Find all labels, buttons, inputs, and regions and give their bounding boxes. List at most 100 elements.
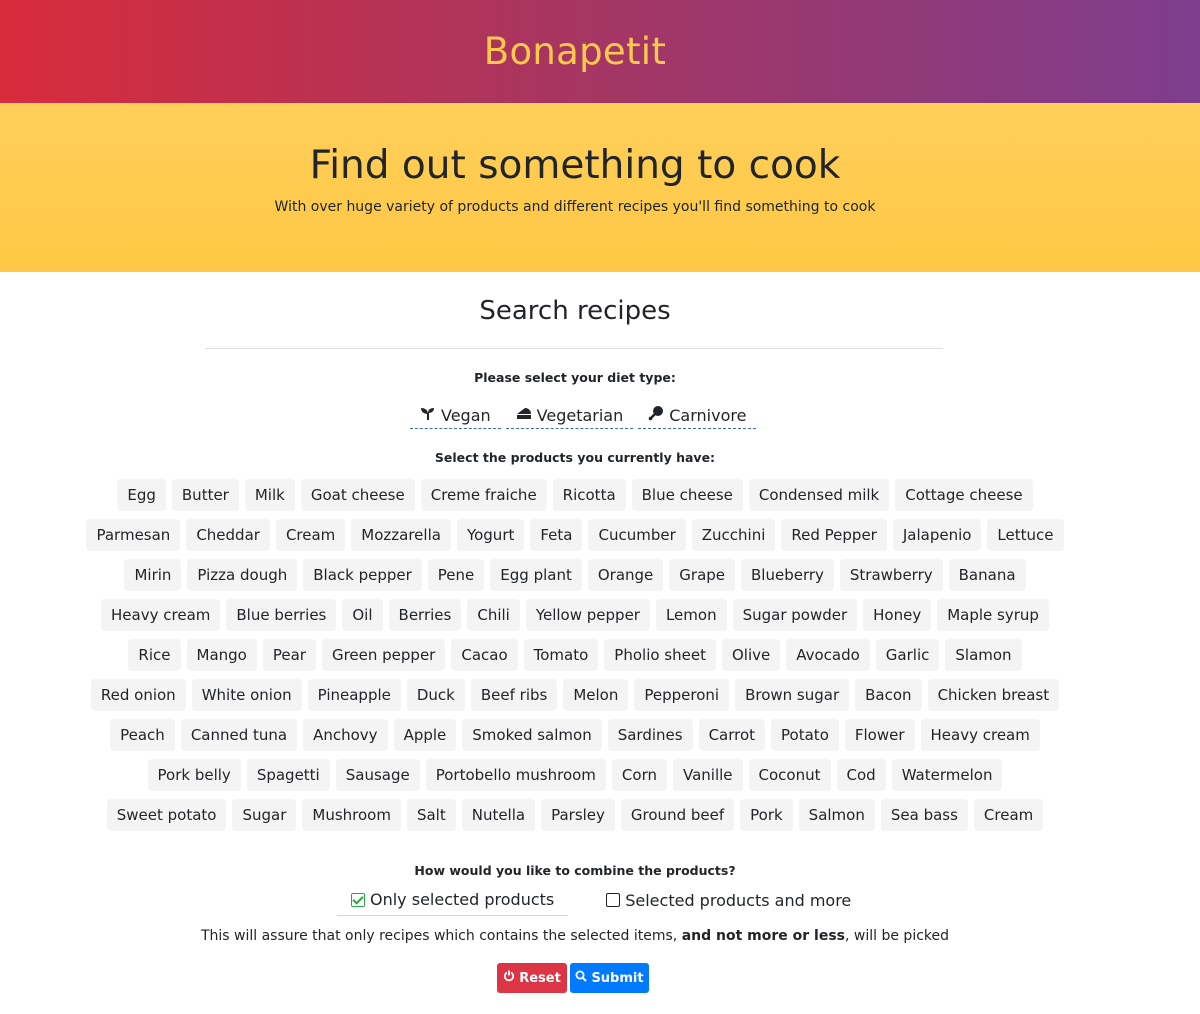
product-chip[interactable]: Potato bbox=[771, 719, 839, 751]
product-chip[interactable]: Flower bbox=[844, 719, 915, 751]
product-chip[interactable]: Creme fraiche bbox=[420, 479, 547, 511]
product-chip[interactable]: Corn bbox=[611, 759, 667, 791]
product-chip[interactable]: Chicken breast bbox=[927, 679, 1060, 711]
product-chip[interactable]: Sardines bbox=[607, 719, 693, 751]
product-chip[interactable]: White onion bbox=[191, 679, 302, 711]
product-chip[interactable]: Black pepper bbox=[303, 559, 422, 591]
product-chip[interactable]: Spagetti bbox=[246, 759, 330, 791]
product-chip[interactable]: Blue cheese bbox=[631, 479, 743, 511]
product-chip[interactable]: Grape bbox=[669, 559, 736, 591]
product-chip[interactable]: Green pepper bbox=[321, 639, 446, 671]
divider bbox=[205, 348, 943, 349]
combine-option-only-selected[interactable]: Only selected products bbox=[337, 884, 569, 916]
product-chip[interactable]: Jalapenio bbox=[892, 519, 982, 551]
product-chip[interactable]: Strawberry bbox=[839, 559, 943, 591]
product-chip[interactable]: Mango bbox=[186, 639, 257, 671]
product-chip[interactable]: Cacao bbox=[451, 639, 518, 671]
product-chip[interactable]: Pizza dough bbox=[187, 559, 298, 591]
product-chip[interactable]: Sweet potato bbox=[106, 799, 227, 831]
product-chip[interactable]: Slamon bbox=[945, 639, 1022, 671]
product-chip[interactable]: Portobello mushroom bbox=[425, 759, 606, 791]
product-chip[interactable]: Sugar bbox=[232, 799, 297, 831]
product-chip[interactable]: Sausage bbox=[335, 759, 420, 791]
product-chip[interactable]: Red Pepper bbox=[781, 519, 887, 551]
product-chip[interactable]: Orange bbox=[587, 559, 664, 591]
product-chip[interactable]: Sugar powder bbox=[732, 599, 858, 631]
product-chip[interactable]: Garlic bbox=[875, 639, 940, 671]
product-chip[interactable]: Pene bbox=[427, 559, 485, 591]
product-chip[interactable]: Nutella bbox=[461, 799, 536, 831]
product-chip[interactable]: Egg plant bbox=[490, 559, 582, 591]
product-chip[interactable]: Ground beef bbox=[620, 799, 735, 831]
product-chip[interactable]: Blue berries bbox=[226, 599, 337, 631]
product-chip[interactable]: Vanille bbox=[672, 759, 743, 791]
product-chip[interactable]: Pork bbox=[740, 799, 793, 831]
product-chip[interactable]: Cucumber bbox=[588, 519, 686, 551]
product-chip[interactable]: Butter bbox=[171, 479, 239, 511]
combine-option-and-more[interactable]: Selected products and more bbox=[592, 884, 865, 916]
product-chip[interactable]: Apple bbox=[393, 719, 457, 751]
product-chip[interactable]: Parsley bbox=[541, 799, 615, 831]
product-chip[interactable]: Cod bbox=[836, 759, 886, 791]
brand-logo[interactable]: Bonapetit bbox=[0, 30, 1150, 73]
product-chip[interactable]: Goat cheese bbox=[300, 479, 415, 511]
product-chip[interactable]: Sea bass bbox=[880, 799, 968, 831]
product-chip[interactable]: Melon bbox=[563, 679, 629, 711]
product-chip[interactable]: Mushroom bbox=[302, 799, 401, 831]
product-chip[interactable]: Carrot bbox=[698, 719, 766, 751]
product-chip[interactable]: Condensed milk bbox=[748, 479, 890, 511]
product-chip[interactable]: Ricotta bbox=[552, 479, 626, 511]
product-chip[interactable]: Parmesan bbox=[86, 519, 181, 551]
product-chip[interactable]: Coconut bbox=[748, 759, 831, 791]
reset-button[interactable]: Reset bbox=[497, 963, 567, 993]
product-chip[interactable]: Zucchini bbox=[691, 519, 776, 551]
diet-option-carnivore[interactable]: Carnivore bbox=[638, 398, 757, 429]
product-chip[interactable]: Cottage cheese bbox=[895, 479, 1033, 511]
product-chip[interactable]: Oil bbox=[342, 599, 383, 631]
product-chip[interactable]: Heavy cream bbox=[101, 599, 221, 631]
product-chip[interactable]: Smoked salmon bbox=[462, 719, 602, 751]
product-chip[interactable]: Salmon bbox=[798, 799, 875, 831]
product-chip[interactable]: Feta bbox=[530, 519, 583, 551]
product-chip[interactable]: Mozzarella bbox=[351, 519, 451, 551]
product-chip[interactable]: Maple syrup bbox=[937, 599, 1049, 631]
product-chip[interactable]: Pear bbox=[262, 639, 316, 671]
product-chip[interactable]: Pepperoni bbox=[634, 679, 730, 711]
product-chip[interactable]: Honey bbox=[863, 599, 932, 631]
product-chip[interactable]: Lemon bbox=[655, 599, 727, 631]
product-chip[interactable]: Beef ribs bbox=[470, 679, 558, 711]
product-chip[interactable]: Tomato bbox=[523, 639, 599, 671]
submit-button[interactable]: Submit bbox=[570, 963, 649, 993]
product-chip[interactable]: Pork belly bbox=[147, 759, 241, 791]
product-chip[interactable]: Milk bbox=[244, 479, 295, 511]
product-chip[interactable]: Peach bbox=[110, 719, 175, 751]
product-chip[interactable]: Egg bbox=[117, 479, 166, 511]
product-chip[interactable]: Olive bbox=[721, 639, 781, 671]
product-chip[interactable]: Watermelon bbox=[891, 759, 1003, 791]
product-chip[interactable]: Berries bbox=[388, 599, 462, 631]
product-chip[interactable]: Cheddar bbox=[186, 519, 270, 551]
product-chip[interactable]: Chili bbox=[467, 599, 520, 631]
diet-option-vegetarian[interactable]: Vegetarian bbox=[505, 398, 634, 429]
product-chip[interactable]: Yogurt bbox=[456, 519, 525, 551]
product-chip[interactable]: Mirin bbox=[124, 559, 182, 591]
product-chip[interactable]: Canned tuna bbox=[180, 719, 298, 751]
diet-option-vegan[interactable]: Vegan bbox=[410, 398, 501, 429]
product-chip[interactable]: Heavy cream bbox=[920, 719, 1040, 751]
product-chip[interactable]: Pholio sheet bbox=[604, 639, 716, 671]
product-chip[interactable]: Blueberry bbox=[741, 559, 834, 591]
product-chip[interactable]: Avocado bbox=[786, 639, 870, 671]
product-chip[interactable]: Banana bbox=[948, 559, 1026, 591]
product-chip[interactable]: Yellow pepper bbox=[525, 599, 650, 631]
product-chip[interactable]: Cream bbox=[973, 799, 1044, 831]
product-chip[interactable]: Brown sugar bbox=[735, 679, 850, 711]
product-chip[interactable]: Rice bbox=[128, 639, 181, 671]
product-chip[interactable]: Lettuce bbox=[987, 519, 1064, 551]
product-chip[interactable]: Pineapple bbox=[307, 679, 401, 711]
product-chip[interactable]: Duck bbox=[406, 679, 465, 711]
product-chip[interactable]: Bacon bbox=[855, 679, 922, 711]
product-chip[interactable]: Cream bbox=[275, 519, 346, 551]
product-chip[interactable]: Salt bbox=[406, 799, 456, 831]
product-chip[interactable]: Anchovy bbox=[303, 719, 388, 751]
product-chip[interactable]: Red onion bbox=[90, 679, 186, 711]
